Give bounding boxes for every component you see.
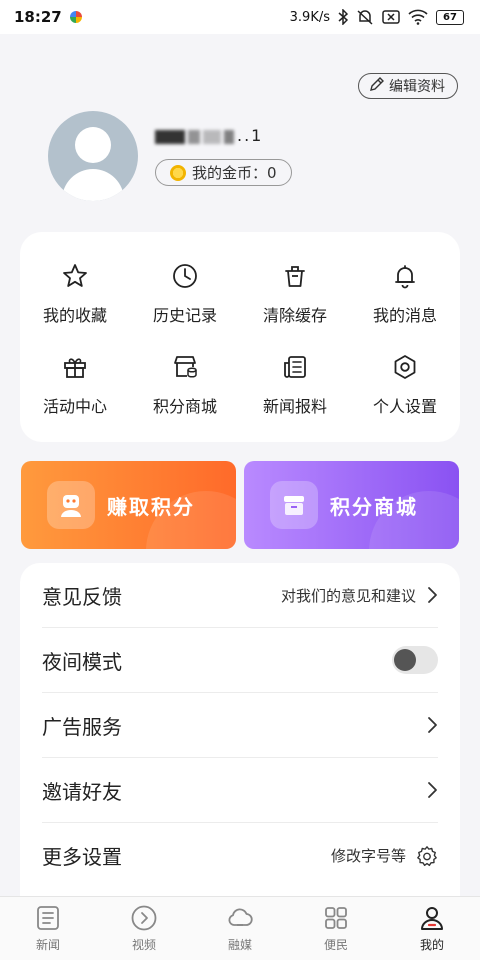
star-icon bbox=[63, 263, 87, 287]
tab-mine[interactable]: 我的 bbox=[384, 897, 480, 960]
grid-item-news-report[interactable]: 新闻报料 bbox=[240, 339, 350, 430]
grid-item-label: 积分商城 bbox=[152, 396, 217, 416]
tab-services[interactable]: 便民 bbox=[288, 897, 384, 960]
grid-item-label: 新闻报料 bbox=[262, 396, 327, 416]
grid-item-messages[interactable]: 我的消息 bbox=[350, 248, 460, 339]
gift-icon bbox=[64, 357, 86, 378]
tab-label: 新闻 bbox=[35, 938, 60, 952]
grid-item-personal-settings[interactable]: 个人设置 bbox=[350, 339, 460, 430]
grid-item-label: 个人设置 bbox=[372, 396, 437, 416]
pencil-icon bbox=[369, 76, 385, 96]
chevron-right-icon bbox=[428, 717, 437, 733]
app-notification-icon bbox=[69, 11, 82, 23]
tab-label: 我的 bbox=[419, 938, 444, 952]
grid-item-label: 清除缓存 bbox=[262, 305, 327, 325]
earn-points-banner[interactable]: 赚取积分 bbox=[21, 461, 236, 549]
list-item-hint: 对我们的意见和建议 bbox=[280, 586, 416, 605]
avatar[interactable] bbox=[48, 111, 138, 201]
mall-box-icon bbox=[270, 481, 318, 529]
store-icon bbox=[174, 355, 197, 378]
list-item-label: 意见反馈 bbox=[42, 584, 122, 609]
network-speed: 3.9K/s bbox=[289, 9, 330, 25]
list-item-night-mode: 夜间模式 bbox=[42, 628, 438, 693]
grid-item-activity-center[interactable]: 活动中心 bbox=[20, 339, 130, 430]
username-visible-text: ..1 bbox=[237, 126, 264, 145]
robot-icon bbox=[47, 481, 95, 529]
feature-grid: 我的收藏 历史记录 清除缓存 我的消息 活动中心 积分商城 新闻报料 个人设置 bbox=[20, 232, 460, 442]
list-item-ad-service[interactable]: 广告服务 bbox=[42, 693, 438, 758]
list-item-more-settings[interactable]: 更多设置 修改字号等 bbox=[42, 823, 438, 888]
grid-item-label: 我的消息 bbox=[372, 305, 437, 325]
grid-item-history[interactable]: 历史记录 bbox=[130, 248, 240, 339]
list-item-label: 广告服务 bbox=[42, 714, 122, 739]
night-mode-toggle[interactable] bbox=[392, 646, 438, 674]
tab-media[interactable]: 融媒 bbox=[192, 897, 288, 960]
list-item-label: 更多设置 bbox=[42, 845, 122, 869]
points-mall-banner[interactable]: 积分商城 bbox=[244, 461, 459, 549]
username: ..1 bbox=[155, 126, 263, 145]
earn-points-label: 赚取积分 bbox=[107, 494, 195, 519]
list-item-label: 夜间模式 bbox=[42, 649, 122, 674]
bottom-tab-bar: 新闻 视频 融媒 便民 我的 bbox=[0, 896, 480, 960]
chevron-right-icon bbox=[428, 782, 437, 798]
coin-icon bbox=[170, 164, 186, 181]
tab-label: 便民 bbox=[323, 938, 348, 952]
grid-item-label: 活动中心 bbox=[42, 396, 107, 416]
list-item-invite-friends[interactable]: 邀请好友 bbox=[42, 758, 438, 823]
cloud-icon bbox=[228, 908, 253, 926]
grid-item-label: 我的收藏 bbox=[42, 305, 107, 325]
points-mall-label: 积分商城 bbox=[330, 494, 418, 519]
list-item-hint: 修改字号等 bbox=[330, 847, 406, 865]
chevron-right-icon bbox=[428, 587, 437, 603]
tab-news[interactable]: 新闻 bbox=[0, 897, 96, 960]
grid-item-label: 历史记录 bbox=[152, 305, 217, 325]
news-tab-icon bbox=[37, 906, 59, 930]
settings-list: 意见反馈 对我们的意见和建议 夜间模式 广告服务 邀请好友 更多设置 修改字号等 bbox=[20, 563, 460, 903]
sim-off-icon bbox=[382, 10, 400, 24]
clock-icon bbox=[173, 263, 197, 288]
tab-label: 融媒 bbox=[227, 938, 252, 952]
battery-indicator: 67 bbox=[436, 9, 464, 25]
coin-balance-label: 我的金币：0 bbox=[192, 164, 277, 182]
coin-balance[interactable]: 我的金币：0 bbox=[155, 159, 292, 186]
status-time: 18:27 bbox=[14, 8, 62, 26]
hexagon-settings-icon bbox=[394, 354, 416, 379]
tab-label: 视频 bbox=[131, 938, 156, 952]
user-icon bbox=[421, 907, 443, 930]
edit-profile-label: 编辑资料 bbox=[389, 79, 445, 95]
bluetooth-icon bbox=[338, 9, 348, 25]
grid-item-points-mall[interactable]: 积分商城 bbox=[130, 339, 240, 430]
bell-icon bbox=[395, 264, 415, 288]
grid-item-favorites[interactable]: 我的收藏 bbox=[20, 248, 130, 339]
list-item-label: 邀请好友 bbox=[42, 779, 122, 804]
trash-icon bbox=[285, 265, 305, 287]
edit-profile-button[interactable]: 编辑资料 bbox=[358, 73, 458, 99]
list-item-feedback[interactable]: 意见反馈 对我们的意见和建议 bbox=[42, 563, 438, 628]
play-circle-icon bbox=[131, 905, 157, 931]
grid-item-clear-cache[interactable]: 清除缓存 bbox=[240, 248, 350, 339]
grid-apps-icon bbox=[325, 907, 347, 929]
gear-icon bbox=[417, 845, 437, 866]
news-report-icon bbox=[284, 355, 306, 378]
wifi-icon bbox=[408, 9, 428, 25]
mute-bell-icon bbox=[356, 9, 374, 25]
tab-video[interactable]: 视频 bbox=[96, 897, 192, 960]
status-bar: 18:27 3.9K/s 67 bbox=[0, 0, 480, 34]
